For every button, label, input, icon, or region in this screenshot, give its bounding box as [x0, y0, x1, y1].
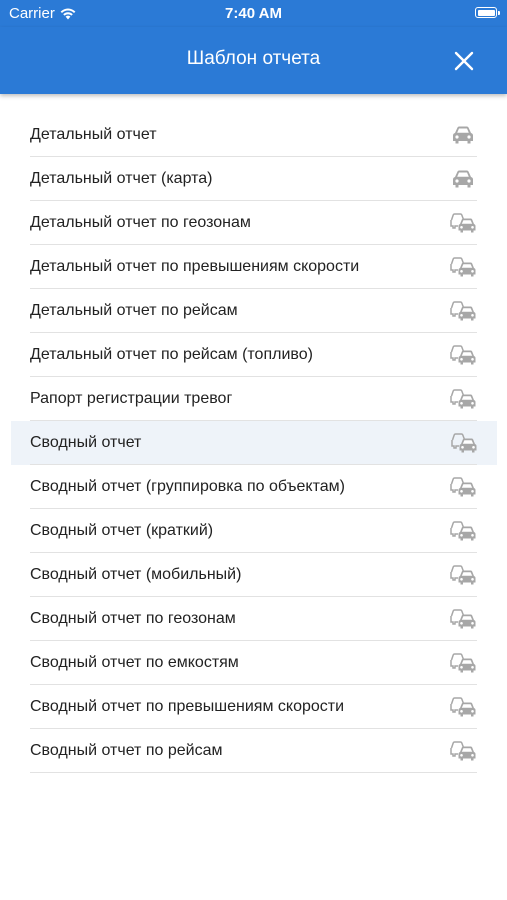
list-item-label: Детальный отчет по превышениям скорости: [30, 258, 360, 275]
battery-icon: [475, 7, 500, 18]
list-item[interactable]: Детальный отчет: [0, 113, 507, 157]
template-list: Детальный отчет Детальный отчет (карта) Де…: [0, 113, 507, 773]
list-item[interactable]: Рапорт регистрации тревог: [0, 377, 507, 421]
report-template-screen: Carrier 7:40 AM Шаблон отчета Детальный …: [0, 0, 507, 900]
list-item[interactable]: Детальный отчет по рейсам: [0, 289, 507, 333]
list-item-label: Детальный отчет (карта): [30, 170, 213, 187]
group-cars-icon: [450, 652, 476, 674]
list-item-label: Сводный отчет по превышениям скорости: [30, 698, 345, 715]
group-cars-icon: [450, 520, 476, 542]
list-item[interactable]: Сводный отчет (группировка по объектам): [0, 465, 507, 509]
group-cars-icon: [450, 212, 476, 234]
list-item-label: Сводный отчет по емкостям: [30, 654, 239, 671]
list-item[interactable]: Сводный отчет по геозонам: [0, 597, 507, 641]
list-item-label: Детальный отчет: [30, 126, 157, 143]
status-time: 7:40 AM: [225, 5, 282, 22]
list-item-label: Детальный отчет по рейсам: [30, 302, 238, 319]
group-cars-icon: [450, 696, 476, 718]
close-icon: [454, 51, 474, 71]
group-cars-icon: [450, 256, 476, 278]
list-item[interactable]: Сводный отчет (мобильный): [0, 553, 507, 597]
list-item[interactable]: Сводный отчет по емкостям: [0, 641, 507, 685]
close-button[interactable]: [451, 48, 477, 74]
list-item-label: Сводный отчет: [30, 434, 142, 451]
list-item-label: Сводный отчет по геозонам: [30, 610, 236, 627]
list-item[interactable]: Сводный отчет по превышениям скорости: [0, 685, 507, 729]
list-item[interactable]: Детальный отчет по геозонам: [0, 201, 507, 245]
list-item[interactable]: Детальный отчет (карта): [0, 157, 507, 201]
group-cars-icon: [450, 300, 476, 322]
header-bar: Шаблон отчета: [0, 27, 507, 94]
list-item-label: Сводный отчет (мобильный): [30, 566, 242, 583]
list-item-label: Сводный отчет (краткий): [30, 522, 214, 539]
list-item[interactable]: Сводный отчет (краткий): [0, 509, 507, 553]
list-item-selected[interactable]: Сводный отчет: [11, 421, 497, 465]
group-cars-icon: [450, 740, 476, 762]
car-icon: [450, 124, 476, 146]
list-item-label: Сводный отчет (группировка по объектам): [30, 478, 345, 495]
list-item[interactable]: Сводный отчет по рейсам: [0, 729, 507, 773]
group-cars-icon: [450, 388, 476, 410]
group-cars-icon: [450, 564, 476, 586]
list-item-label: Сводный отчет по рейсам: [30, 742, 223, 759]
divider: [30, 772, 477, 773]
list-item[interactable]: Детальный отчет по рейсам (топливо): [0, 333, 507, 377]
group-cars-icon: [450, 344, 476, 366]
status-bar: Carrier 7:40 AM: [0, 0, 507, 27]
list-item-label: Детальный отчет по рейсам (топливо): [30, 346, 313, 363]
list-item[interactable]: Детальный отчет по превышениям скорости: [0, 245, 507, 289]
group-cars-icon: [450, 476, 476, 498]
page-title: Шаблон отчета: [186, 48, 321, 69]
car-icon: [450, 168, 476, 190]
list-item-label: Рапорт регистрации тревог: [30, 390, 233, 407]
list-item-label: Детальный отчет по геозонам: [30, 214, 251, 231]
group-cars-icon: [450, 608, 476, 630]
group-cars-icon: [451, 432, 477, 454]
